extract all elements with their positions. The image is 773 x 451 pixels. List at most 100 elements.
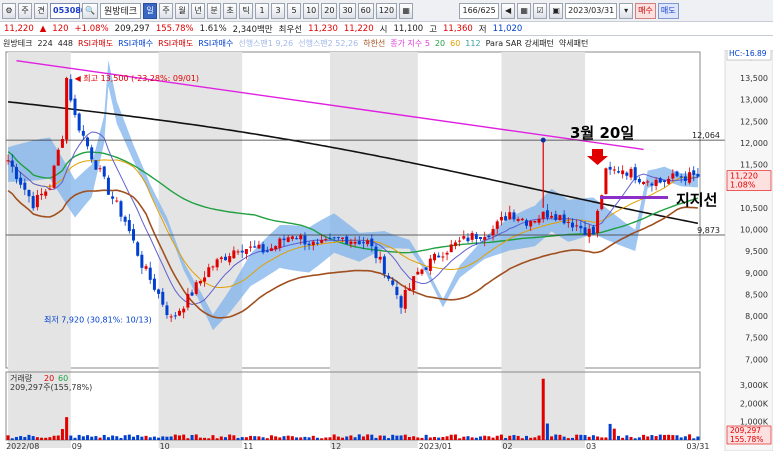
volume-bar[interactable] [637,437,641,440]
candle-body[interactable] [211,266,215,268]
volume-bar[interactable] [483,435,487,440]
legend-item[interactable]: RSI과매도 [78,38,113,49]
candle-body[interactable] [558,215,562,221]
volume-bar[interactable] [462,436,466,440]
volume-bar[interactable] [286,435,290,440]
period-second-button[interactable]: 초 [223,2,238,19]
candle-body[interactable] [537,218,541,223]
volume-bar[interactable] [203,437,207,440]
volume-bar[interactable] [52,435,56,440]
volume-bar[interactable] [579,434,583,440]
volume-bar[interactable] [675,435,679,440]
volume-bar[interactable] [495,435,499,440]
volume-bar[interactable] [90,436,94,440]
candle-body[interactable] [274,246,278,250]
volume-bar[interactable] [278,437,282,440]
candle-body[interactable] [612,169,616,171]
candle-body[interactable] [357,241,361,245]
buy-button[interactable]: 매수 [635,2,656,19]
volume-bar[interactable] [60,429,64,440]
candle-body[interactable] [407,288,411,291]
candle-body[interactable] [437,255,441,258]
candle-body[interactable] [545,210,549,218]
candle-body[interactable] [445,252,449,255]
candle-body[interactable] [328,237,332,239]
candle-body[interactable] [152,278,156,290]
candle-body[interactable] [508,212,512,220]
volume-bar[interactable] [416,437,420,440]
volume-bar[interactable] [391,434,395,440]
volume-bar[interactable] [345,436,349,440]
candle-body[interactable] [240,250,244,253]
volume-bar[interactable] [566,438,570,440]
candle-body[interactable] [675,171,679,177]
candle-body[interactable] [77,113,81,131]
candle-body[interactable] [491,229,495,236]
candle-body[interactable] [269,248,273,252]
candle-body[interactable] [541,211,545,219]
period-tick-button[interactable]: 틱 [239,2,254,19]
volume-bar[interactable] [449,434,453,440]
volume-bar[interactable] [412,436,416,440]
candle-body[interactable] [253,246,257,248]
volume-bar[interactable] [591,435,595,440]
volume-bar[interactable] [453,434,457,440]
candle-body[interactable] [86,137,90,147]
candle-body[interactable] [382,256,386,274]
candle-body[interactable] [696,174,700,177]
candle-body[interactable] [203,277,207,282]
candle-body[interactable] [361,242,365,244]
legend-item[interactable]: 선행스팬2 52,26 [298,38,358,49]
volume-bar[interactable] [382,435,386,440]
legend-item[interactable]: 224 [37,39,52,48]
volume-bar[interactable] [654,436,658,440]
volume-bar[interactable] [642,434,646,440]
volume-bar[interactable] [696,436,700,440]
candle-body[interactable] [487,235,491,237]
candle-body[interactable] [433,253,437,261]
volume-bar[interactable] [173,434,177,440]
volume-bar[interactable] [182,434,186,440]
volume-bar[interactable] [19,436,23,440]
volume-bar[interactable] [269,435,273,440]
volume-bar[interactable] [445,436,449,440]
candle-body[interactable] [341,237,345,239]
candle-body[interactable] [336,237,340,239]
candle-body[interactable] [223,256,227,261]
volume-bar[interactable] [537,435,541,440]
candle-body[interactable] [667,178,671,184]
volume-bar[interactable] [533,437,537,440]
candle-body[interactable] [395,286,399,296]
candle-body[interactable] [123,216,127,222]
volume-bar[interactable] [587,436,591,440]
volume-bar[interactable] [86,435,90,440]
candle-body[interactable] [579,225,583,229]
period-month-button[interactable]: 월 [175,2,190,19]
volume-bar[interactable] [341,437,345,440]
volume-bar[interactable] [48,437,52,440]
minute-120-button[interactable]: 120 [375,2,398,19]
candle-body[interactable] [533,220,537,223]
volume-bar[interactable] [679,437,683,440]
volume-bar[interactable] [387,438,391,440]
volume-bar[interactable] [69,435,73,440]
candle-body[interactable] [387,275,391,279]
volume-bar[interactable] [98,437,102,440]
volume-bar[interactable] [508,435,512,440]
candle-body[interactable] [570,222,574,228]
volume-bar[interactable] [307,437,311,440]
code-type-select[interactable]: 견 [34,2,48,19]
candle-body[interactable] [19,177,23,185]
volume-bar[interactable] [395,435,399,440]
candle-body[interactable] [621,170,625,175]
candle-body[interactable] [525,220,528,226]
minute-3-button[interactable]: 3 [271,2,286,19]
volume-bar[interactable] [470,437,474,440]
candle-body[interactable] [215,259,219,268]
candle-body[interactable] [399,296,403,308]
volume-bar[interactable] [349,435,353,440]
volume-bar[interactable] [688,434,692,440]
volume-bar[interactable] [73,437,77,440]
volume-bar[interactable] [512,435,516,440]
date-input[interactable]: 2023/03/31 [565,2,618,19]
